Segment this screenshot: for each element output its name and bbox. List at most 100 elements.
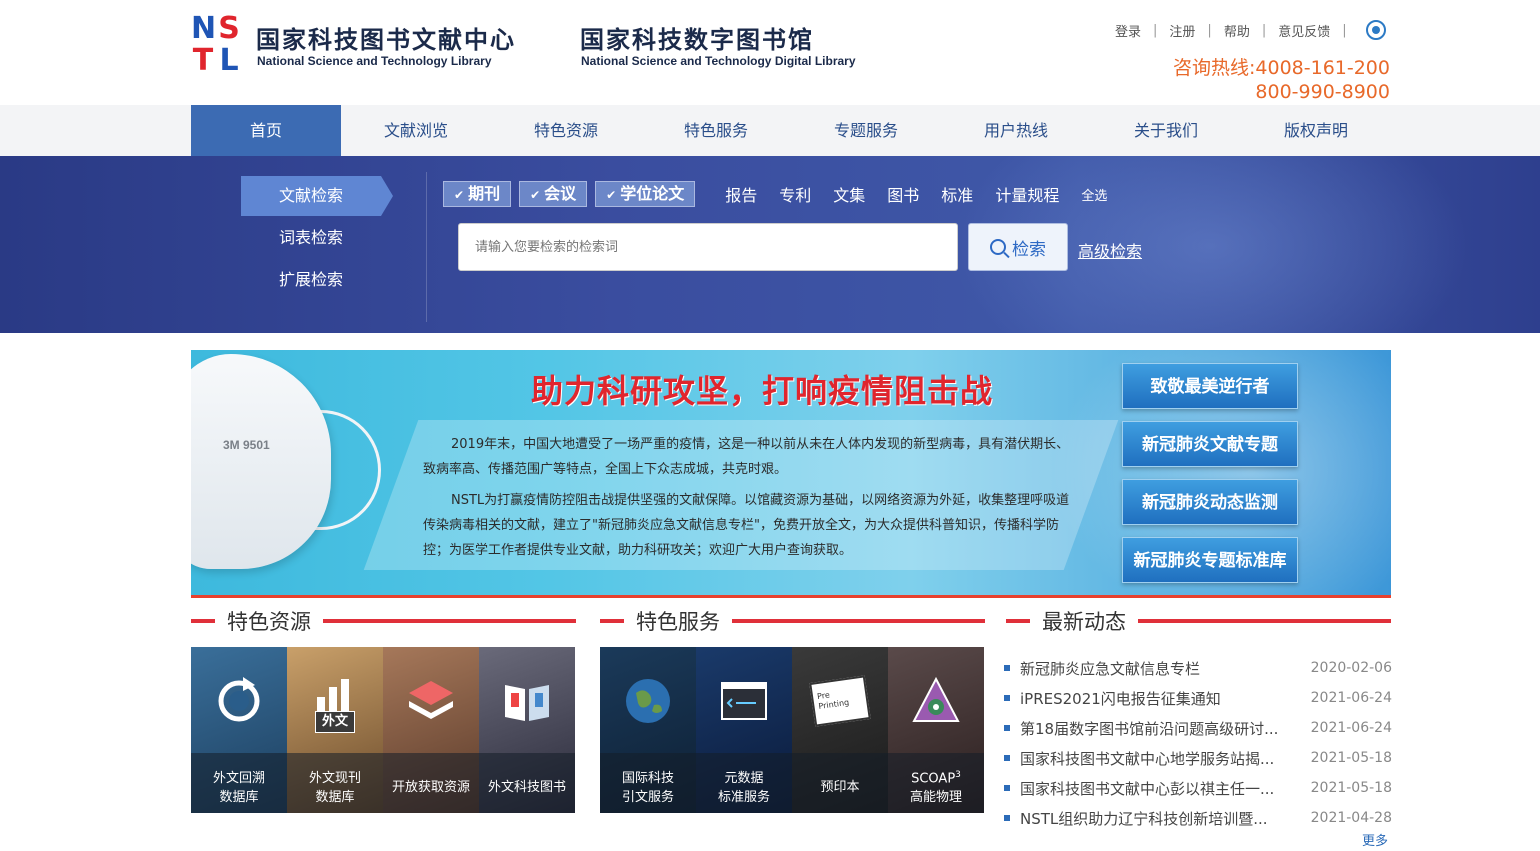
- nav-about[interactable]: 关于我们: [1091, 105, 1241, 156]
- news-title: NSTL组织助力辽宁科技创新培训暨...: [1020, 809, 1268, 828]
- tile-label: 数据库: [315, 790, 355, 805]
- bullet: [1004, 695, 1010, 701]
- nav-copyright[interactable]: 版权声明: [1241, 105, 1391, 156]
- tab-thesaurus-search[interactable]: 词表检索: [241, 218, 381, 258]
- tile-foreign-books[interactable]: 外文科技图书: [479, 647, 575, 813]
- logo-letter-n: N: [191, 11, 217, 46]
- type-metrology[interactable]: 计量规程: [995, 182, 1059, 206]
- search-input[interactable]: [458, 223, 958, 271]
- login-link[interactable]: 登录: [1112, 21, 1144, 40]
- tile-label: 标准服务: [717, 790, 770, 805]
- search-panel: 文献检索 词表检索 扩展检索 ✔ 期刊 ✔ 会议 ✔ 学位论文 报告 专利 文集 图书…: [0, 156, 1540, 333]
- type-label: 学位论文: [620, 184, 685, 203]
- news-title: 第18届数字图书馆前沿问题高级研讨...: [1020, 719, 1279, 738]
- type-patent[interactable]: 专利: [779, 182, 811, 206]
- face-mask-image: [191, 354, 331, 569]
- section-header-services: 特色服务: [600, 604, 985, 638]
- tribute-button[interactable]: 致敬最美逆行者: [1122, 363, 1298, 409]
- nav-user-hotline[interactable]: 用户热线: [941, 105, 1091, 156]
- tile-metadata-standard[interactable]: 元数据 标准服务: [696, 647, 792, 813]
- covid-standards-button[interactable]: 新冠肺炎专题标准库: [1122, 537, 1298, 583]
- list-item[interactable]: 新冠肺炎应急文献信息专栏 2020-02-06: [1004, 653, 1392, 683]
- logo-letter-t: T: [192, 43, 214, 78]
- doc-type-filters: ✔ 期刊 ✔ 会议 ✔ 学位论文 报告 专利 文集 图书 标准 计量规程 全选: [443, 181, 1107, 207]
- nav-topic-services[interactable]: 专题服务: [791, 105, 941, 156]
- tab-extended-search[interactable]: 扩展检索: [241, 260, 381, 300]
- tile-open-access[interactable]: 开放获取资源: [383, 647, 479, 813]
- type-book[interactable]: 图书: [887, 182, 919, 206]
- foreign-badge: 外文: [315, 711, 355, 733]
- site-title-en-1: National Science and Technology Library: [257, 54, 492, 68]
- tile-preprint[interactable]: Pre Printing 预印本: [792, 647, 888, 813]
- register-link[interactable]: 注册: [1166, 21, 1198, 40]
- tab-literature-search[interactable]: 文献检索: [241, 176, 393, 216]
- search-icon: [990, 239, 1006, 255]
- bullet: [1004, 665, 1010, 671]
- tile-scoap3[interactable]: SCOAP3 高能物理: [888, 647, 984, 813]
- feedback-link[interactable]: 意见反馈: [1275, 21, 1333, 40]
- nav-browse[interactable]: 文献浏览: [341, 105, 491, 156]
- type-standard[interactable]: 标准: [941, 182, 973, 206]
- tile-label: 元数据: [724, 771, 764, 786]
- help-link[interactable]: 帮助: [1221, 21, 1253, 40]
- search-button[interactable]: 检索: [968, 223, 1068, 271]
- type-journal-checkbox[interactable]: ✔ 期刊: [443, 181, 512, 207]
- page: N S T L 国家科技图书文献中心 National Science and …: [0, 0, 1540, 851]
- bullet: [1004, 755, 1010, 761]
- check-icon: ✔: [530, 188, 541, 202]
- list-item[interactable]: 国家科技图书文献中心彭以祺主任一... 2021-05-18: [1004, 773, 1392, 803]
- service-tiles: 国际科技 引文服务 元数据标准服务 Pre Printing 预印本 SCOAP3…: [600, 647, 984, 813]
- list-item[interactable]: NSTL组织助力辽宁科技创新培训暨... 2021-04-28: [1004, 803, 1392, 833]
- select-all[interactable]: 全选: [1081, 185, 1107, 204]
- news-title: 国家科技图书文献中心地学服务站揭...: [1020, 749, 1275, 768]
- link-separator: |: [1342, 22, 1347, 38]
- tile-label: 国际科技: [621, 771, 674, 786]
- tile-foreign-archive-db[interactable]: 外文回溯 数据库: [191, 647, 287, 813]
- hotline-label: 咨询热线:: [1172, 57, 1256, 79]
- covid-monitor-button[interactable]: 新冠肺炎动态监测: [1122, 479, 1298, 525]
- more-news-link[interactable]: 更多: [1362, 830, 1388, 849]
- mask-label: 3M 9501: [223, 438, 270, 452]
- search-mode-tabs: 文献检索 词表检索 扩展检索: [241, 176, 393, 302]
- tile-citation-service[interactable]: 国际科技 引文服务: [600, 647, 696, 813]
- type-conference-checkbox[interactable]: ✔ 会议: [519, 181, 588, 207]
- list-item[interactable]: iPRES2021闪电报告征集通知 2021-06-24: [1004, 683, 1392, 713]
- list-item[interactable]: 国家科技图书文献中心地学服务站揭... 2021-05-18: [1004, 743, 1392, 773]
- preprint-badge: Pre Printing: [809, 675, 871, 727]
- news-title: iPRES2021闪电报告征集通知: [1020, 689, 1221, 708]
- divider: [426, 172, 427, 322]
- nav-featured-resources[interactable]: 特色资源: [491, 105, 641, 156]
- tile-label: SCOAP: [911, 771, 956, 786]
- type-report[interactable]: 报告: [725, 182, 757, 206]
- main-nav: 首页 文献浏览 特色资源 特色服务 专题服务 用户热线 关于我们 版权声明: [0, 105, 1540, 156]
- news-date: 2021-04-28: [1310, 810, 1392, 826]
- section-title: 特色资源: [227, 610, 311, 634]
- banner-paragraph-1: 2019年末，中国大地遭受了一场严重的疫情，这是一种以前从未在人体内发现的新型病…: [423, 437, 1070, 477]
- section-title: 最新动态: [1042, 610, 1126, 634]
- hotline-number-1: 4008-161-200: [1255, 57, 1390, 79]
- customer-service-icon[interactable]: [1365, 20, 1386, 40]
- nav-home[interactable]: 首页: [191, 105, 341, 156]
- search-button-label: 检索: [1012, 239, 1046, 260]
- section-header-resources: 特色资源: [191, 604, 576, 638]
- news-date: 2021-05-18: [1310, 780, 1392, 796]
- tile-label: 外文现刊: [308, 771, 361, 786]
- tile-foreign-journal-db[interactable]: 外文 外文现刊数据库: [287, 647, 383, 813]
- header: N S T L 国家科技图书文献中心 National Science and …: [0, 0, 1540, 105]
- nstl-logo[interactable]: N S T L: [191, 14, 243, 78]
- covid-banner[interactable]: 3M 9501 助力科研攻坚，打响疫情阻击战 2019年末，中国大地遭受了一场严…: [191, 350, 1391, 598]
- covid-literature-button[interactable]: 新冠肺炎文献专题: [1122, 421, 1298, 467]
- type-collection[interactable]: 文集: [833, 182, 865, 206]
- bullet: [1004, 785, 1010, 791]
- tile-label: 外文回溯: [212, 771, 265, 786]
- refresh-icon: [218, 677, 260, 722]
- banner-paragraph-2: NSTL为打赢疫情防控阻击战提供坚强的文献保障。以馆藏资源为基础，以网络资源为外…: [423, 493, 1070, 558]
- tile-label: 外文科技图书: [487, 780, 566, 795]
- nav-featured-services[interactable]: 特色服务: [641, 105, 791, 156]
- advanced-search-link[interactable]: 高级检索: [1078, 238, 1142, 262]
- list-item[interactable]: 第18届数字图书馆前沿问题高级研讨... 2021-06-24: [1004, 713, 1392, 743]
- resource-tiles: 外文回溯 数据库 外文 外文现刊数据库 开放获取资源 外文科技图书: [191, 647, 575, 813]
- bullet: [1004, 725, 1010, 731]
- type-thesis-checkbox[interactable]: ✔ 学位论文: [595, 181, 696, 207]
- logo-letter-l: L: [219, 43, 239, 78]
